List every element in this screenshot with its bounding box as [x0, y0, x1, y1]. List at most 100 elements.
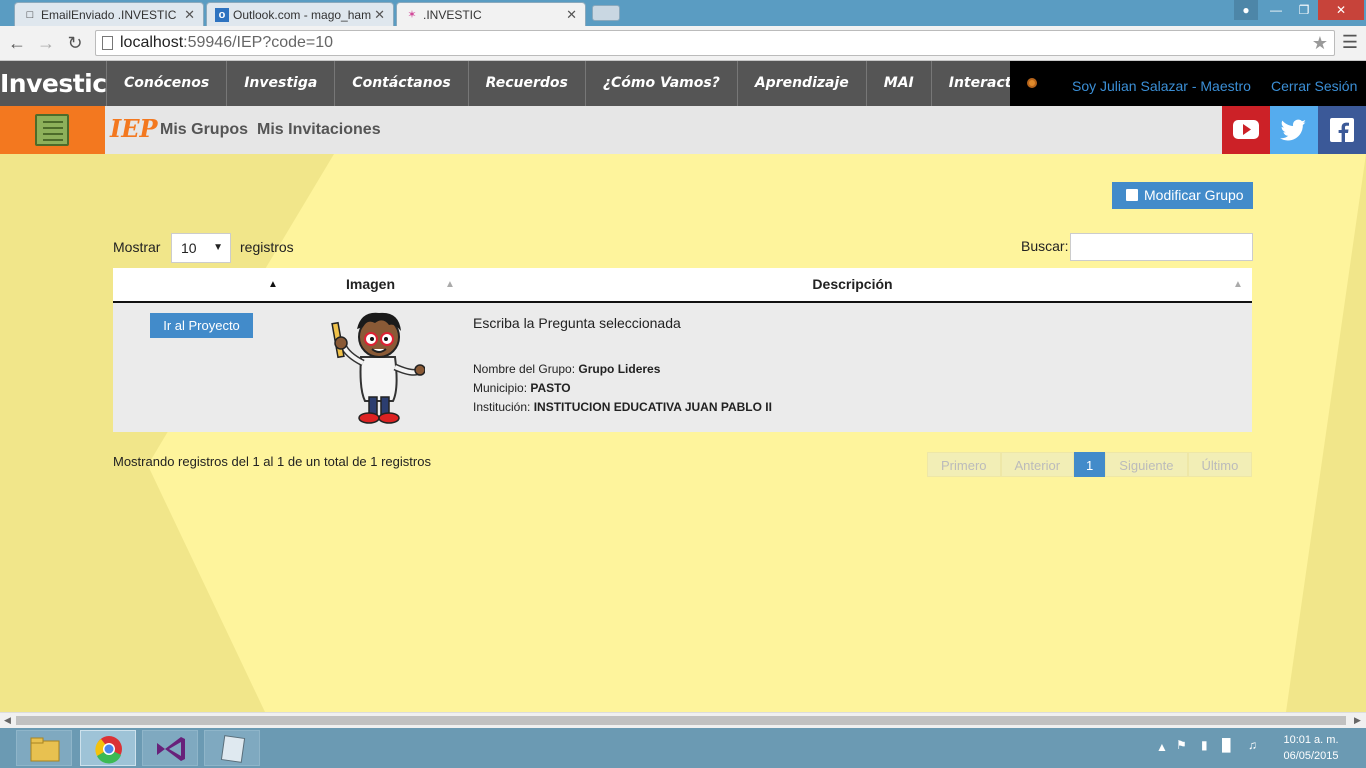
- main-content: Modificar Grupo Mostrar 10 ▼ registros B…: [0, 154, 1366, 712]
- address-bar[interactable]: localhost:59946/IEP?code=10 ★: [95, 30, 1335, 56]
- tab-title: .INVESTIC: [423, 8, 482, 22]
- site-navbar: Investic Conócenos Investiga Contáctanos…: [0, 61, 1366, 106]
- browser-toolbar: ← → ↻ localhost:59946/IEP?code=10 ★ ☰: [0, 26, 1366, 61]
- menu-icon[interactable]: ☰: [1340, 32, 1360, 53]
- group-name-value: Grupo Lideres: [578, 362, 661, 376]
- nav-item-como-vamos[interactable]: ¿Cómo Vamos?: [584, 61, 737, 106]
- user-status-icon: [1027, 78, 1037, 88]
- visual-studio-icon[interactable]: [142, 730, 198, 766]
- youtube-icon[interactable]: [1222, 106, 1270, 154]
- go-to-project-button[interactable]: Ir al Proyecto: [150, 313, 253, 338]
- tab-title: EmailEnviado .INVESTIC: [41, 8, 177, 22]
- nav-items: Conócenos Investiga Contáctanos Recuerdo…: [106, 61, 1049, 106]
- browser-tabstrip: □ EmailEnviado .INVESTIC ✕ o Outlook.com…: [0, 0, 1366, 26]
- network-signal-icon[interactable]: █: [1222, 738, 1231, 768]
- notepad-icon[interactable]: [204, 730, 260, 766]
- search-label: Buscar:: [1021, 238, 1069, 254]
- pager-next[interactable]: Siguiente: [1105, 452, 1188, 477]
- horizontal-scrollbar[interactable]: ◀ ▶: [0, 712, 1366, 728]
- close-icon[interactable]: ✕: [566, 7, 577, 23]
- background-beam: [1286, 154, 1366, 712]
- nav-item-conocenos[interactable]: Conócenos: [106, 61, 226, 106]
- battery-icon[interactable]: ▮: [1201, 738, 1208, 768]
- clock-time: 10:01 a. m.: [1283, 734, 1339, 746]
- row-description-title: Escriba la Pregunta seleccionada: [473, 315, 681, 331]
- pagination: Primero Anterior 1 Siguiente Último: [927, 452, 1253, 477]
- scroll-left-icon[interactable]: ◀: [4, 715, 11, 726]
- brand-logo[interactable]: Investic: [0, 61, 107, 106]
- outlook-icon: o: [215, 8, 229, 22]
- mis-invitaciones-link[interactable]: Mis Invitaciones: [257, 121, 381, 139]
- page-size-select[interactable]: 10 ▼: [171, 233, 231, 263]
- chevron-down-icon: ▼: [213, 242, 223, 253]
- iep-logo-box: [0, 106, 105, 154]
- tray-expand-icon[interactable]: ▲: [1156, 740, 1168, 768]
- groups-table: ▲ Imagen ▲ Descripción ▲ Ir al Proyecto: [113, 268, 1252, 432]
- nav-item-contactanos[interactable]: Contáctanos: [334, 61, 467, 106]
- close-icon[interactable]: ✕: [184, 7, 195, 23]
- column-header-imagen[interactable]: Imagen ▲: [288, 268, 455, 301]
- bookmark-star-icon[interactable]: ★: [1312, 31, 1328, 55]
- column-header-descripcion[interactable]: Descripción ▲: [453, 268, 1252, 301]
- records-label: registros: [240, 239, 294, 255]
- new-tab-button[interactable]: [592, 5, 620, 21]
- twitter-icon[interactable]: [1270, 106, 1318, 154]
- subheader: IEP Mis Grupos Mis Invitaciones: [0, 106, 1366, 154]
- iep-logo: IEP: [110, 114, 158, 143]
- table-header: ▲ Imagen ▲ Descripción ▲: [113, 268, 1252, 303]
- tab-title: Outlook.com - mago_ham: [233, 8, 372, 22]
- modify-group-label: Modificar Grupo: [1144, 187, 1244, 203]
- user-profile-link[interactable]: Soy Julian Salazar - Maestro: [1072, 61, 1251, 106]
- edit-icon: [1126, 189, 1138, 201]
- show-label: Mostrar: [113, 239, 161, 255]
- column-header-sort[interactable]: ▲: [113, 268, 288, 301]
- institucion-value: INSTITUCION EDUCATIVA JUAN PABLO II: [533, 400, 772, 414]
- scroll-right-icon[interactable]: ▶: [1354, 715, 1361, 726]
- forward-icon[interactable]: →: [35, 32, 57, 54]
- nav-item-recuerdos[interactable]: Recuerdos: [467, 61, 585, 106]
- back-icon[interactable]: ←: [6, 32, 28, 54]
- nav-item-mai[interactable]: MAI: [865, 61, 931, 106]
- page-icon: [102, 36, 113, 50]
- investic-icon: ✶: [407, 9, 417, 21]
- browser-tab-emailenviado[interactable]: □ EmailEnviado .INVESTIC ✕: [14, 2, 204, 26]
- search-input[interactable]: [1070, 233, 1253, 261]
- nav-item-investiga[interactable]: Investiga: [226, 61, 334, 106]
- volume-muted-icon[interactable]: ♫: [1248, 738, 1257, 768]
- nav-item-aprendizaje[interactable]: Aprendizaje: [736, 61, 866, 106]
- window-close-icon[interactable]: ✕: [1318, 0, 1364, 20]
- taskbar-clock[interactable]: 10:01 a. m. 06/05/2015: [1280, 732, 1342, 764]
- reload-icon[interactable]: ↻: [64, 32, 86, 54]
- user-profile-icon[interactable]: ●: [1234, 0, 1258, 20]
- pager-last[interactable]: Último: [1187, 452, 1253, 477]
- institucion-line: Institución: INSTITUCION EDUCATIVA JUAN …: [473, 400, 772, 414]
- group-name-line: Nombre del Grupo: Grupo Lideres: [473, 362, 661, 376]
- notebook-icon: [35, 114, 69, 146]
- pager-page-1[interactable]: 1: [1074, 452, 1106, 477]
- scrollbar-thumb[interactable]: [16, 716, 1346, 725]
- windows-taskbar: ▲ ⚑ ▮ █ ♫ 10:01 a. m. 06/05/2015: [0, 728, 1366, 768]
- page-icon: □: [26, 9, 34, 21]
- browser-tab-outlook[interactable]: o Outlook.com - mago_ham ✕: [206, 2, 394, 26]
- chrome-icon[interactable]: [80, 730, 136, 766]
- action-center-icon[interactable]: ⚑: [1176, 738, 1187, 768]
- restore-icon[interactable]: ❐: [1290, 0, 1318, 20]
- browser-tab-investic[interactable]: ✶ .INVESTIC ✕: [396, 2, 586, 26]
- facebook-icon[interactable]: [1318, 106, 1366, 154]
- sort-icon: ▲: [1233, 279, 1243, 290]
- mis-grupos-link[interactable]: Mis Grupos: [160, 121, 248, 139]
- clock-date: 06/05/2015: [1283, 750, 1339, 762]
- pager-previous[interactable]: Anterior: [1000, 452, 1075, 477]
- close-icon[interactable]: ✕: [374, 7, 385, 23]
- table-row: Ir al Proyecto Escriba la Pregunta selec…: [113, 303, 1252, 432]
- modify-group-button[interactable]: Modificar Grupo: [1112, 182, 1253, 209]
- pager-first[interactable]: Primero: [927, 452, 1001, 477]
- logout-link[interactable]: Cerrar Sesión: [1271, 61, 1357, 106]
- sort-asc-icon: ▲: [268, 279, 278, 290]
- minimize-icon[interactable]: —: [1262, 0, 1290, 20]
- url-host: localhost: [120, 34, 184, 51]
- municipio-value: PASTO: [530, 381, 571, 395]
- url-path: :59946/IEP?code=10: [183, 34, 334, 51]
- table-info: Mostrando registros del 1 al 1 de un tot…: [113, 454, 431, 469]
- file-explorer-icon[interactable]: [16, 730, 72, 766]
